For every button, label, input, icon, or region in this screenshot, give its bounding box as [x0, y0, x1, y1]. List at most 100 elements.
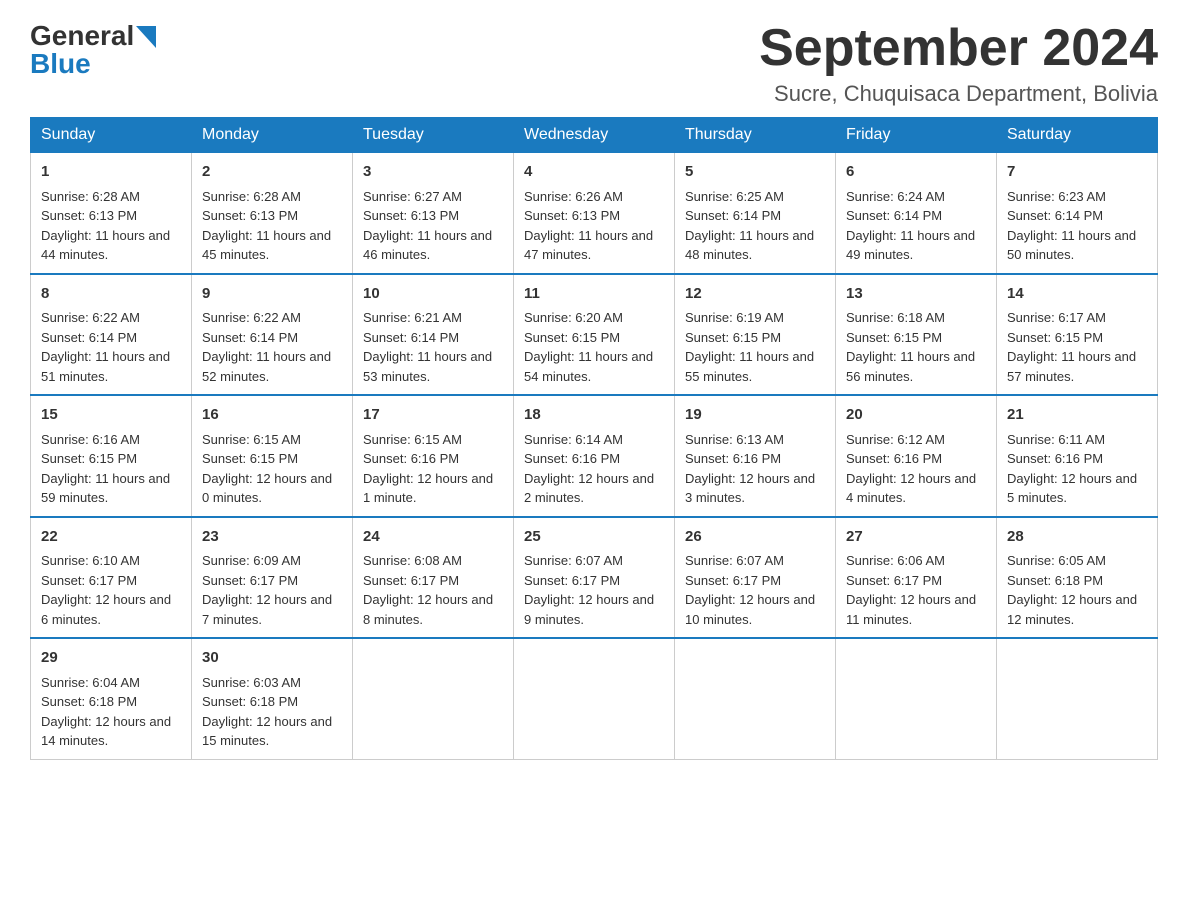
day-info: Sunrise: 6:15 AMSunset: 6:16 PMDaylight:… — [363, 430, 503, 508]
calendar-day-cell: 20 Sunrise: 6:12 AMSunset: 6:16 PMDayligh… — [836, 395, 997, 517]
header-thursday: Thursday — [675, 118, 836, 153]
header-saturday: Saturday — [997, 118, 1158, 153]
calendar-header-row: SundayMondayTuesdayWednesdayThursdayFrid… — [31, 118, 1158, 153]
calendar-day-cell: 8Sunrise: 6:22 AMSunset: 6:14 PMDaylight… — [31, 274, 192, 396]
day-info: Sunrise: 6:08 AMSunset: 6:17 PMDaylight:… — [363, 551, 503, 629]
day-number: 8 — [41, 283, 181, 306]
day-number: 9 — [202, 283, 342, 306]
day-number: 14 — [1007, 283, 1147, 306]
day-number: 7 — [1007, 161, 1147, 184]
calendar-day-cell — [514, 638, 675, 759]
day-number: 30 — [202, 647, 342, 670]
calendar-day-cell: 18 Sunrise: 6:14 AMSunset: 6:16 PMDayligh… — [514, 395, 675, 517]
day-info: Sunrise: 6:21 AMSunset: 6:14 PMDaylight:… — [363, 308, 503, 386]
header-wednesday: Wednesday — [514, 118, 675, 153]
day-number: 5 — [685, 161, 825, 184]
calendar-day-cell: 10Sunrise: 6:21 AMSunset: 6:14 PMDayligh… — [353, 274, 514, 396]
day-info: Sunrise: 6:13 AMSunset: 6:16 PMDaylight:… — [685, 430, 825, 508]
calendar-table: SundayMondayTuesdayWednesdayThursdayFrid… — [30, 117, 1158, 760]
header-sunday: Sunday — [31, 118, 192, 153]
calendar-day-cell: 24Sunrise: 6:08 AMSunset: 6:17 PMDayligh… — [353, 517, 514, 639]
day-number: 3 — [363, 161, 503, 184]
day-number: 16 — [202, 404, 342, 427]
calendar-week-row: 29Sunrise: 6:04 AMSunset: 6:18 PMDayligh… — [31, 638, 1158, 759]
calendar-day-cell: 12Sunrise: 6:19 AMSunset: 6:15 PMDayligh… — [675, 274, 836, 396]
day-number: 20 — [846, 404, 986, 427]
calendar-day-cell: 30 Sunrise: 6:03 AMSunset: 6:18 PMDayligh… — [192, 638, 353, 759]
calendar-day-cell: 4Sunrise: 6:26 AMSunset: 6:13 PMDaylight… — [514, 153, 675, 274]
day-number: 1 — [41, 161, 181, 184]
day-number: 15 — [41, 404, 181, 427]
calendar-day-cell: 23Sunrise: 6:09 AMSunset: 6:17 PMDayligh… — [192, 517, 353, 639]
day-info: Sunrise: 6:06 AMSunset: 6:17 PMDaylight:… — [846, 551, 986, 629]
day-info: Sunrise: 6:27 AMSunset: 6:13 PMDaylight:… — [363, 187, 503, 265]
day-info: Sunrise: 6:16 AMSunset: 6:15 PMDaylight:… — [41, 430, 181, 508]
calendar-day-cell: 17Sunrise: 6:15 AMSunset: 6:16 PMDayligh… — [353, 395, 514, 517]
day-number: 6 — [846, 161, 986, 184]
calendar-week-row: 1 Sunrise: 6:28 AMSunset: 6:13 PMDaylight… — [31, 153, 1158, 274]
day-info: Sunrise: 6:05 AMSunset: 6:18 PMDaylight:… — [1007, 551, 1147, 629]
day-number: 10 — [363, 283, 503, 306]
calendar-day-cell: 3 Sunrise: 6:27 AMSunset: 6:13 PMDaylight… — [353, 153, 514, 274]
calendar-day-cell: 11Sunrise: 6:20 AMSunset: 6:15 PMDayligh… — [514, 274, 675, 396]
calendar-day-cell — [675, 638, 836, 759]
page-header: General Blue September 2024 Sucre, Chuqu… — [30, 20, 1158, 107]
day-number: 18 — [524, 404, 664, 427]
day-number: 24 — [363, 526, 503, 549]
calendar-day-cell: 19Sunrise: 6:13 AMSunset: 6:16 PMDayligh… — [675, 395, 836, 517]
calendar-day-cell: 16Sunrise: 6:15 AMSunset: 6:15 PMDayligh… — [192, 395, 353, 517]
day-info: Sunrise: 6:07 AMSunset: 6:17 PMDaylight:… — [524, 551, 664, 629]
day-info: Sunrise: 6:11 AMSunset: 6:16 PMDaylight:… — [1007, 430, 1147, 508]
calendar-day-cell: 1 Sunrise: 6:28 AMSunset: 6:13 PMDaylight… — [31, 153, 192, 274]
day-number: 29 — [41, 647, 181, 670]
day-info: Sunrise: 6:18 AMSunset: 6:15 PMDaylight:… — [846, 308, 986, 386]
calendar-day-cell: 14Sunrise: 6:17 AMSunset: 6:15 PMDayligh… — [997, 274, 1158, 396]
day-info: Sunrise: 6:22 AMSunset: 6:14 PMDaylight:… — [41, 308, 181, 386]
calendar-day-cell: 7 Sunrise: 6:23 AMSunset: 6:14 PMDaylight… — [997, 153, 1158, 274]
header-monday: Monday — [192, 118, 353, 153]
day-number: 27 — [846, 526, 986, 549]
calendar-day-cell: 5 Sunrise: 6:25 AMSunset: 6:14 PMDaylight… — [675, 153, 836, 274]
day-number: 26 — [685, 526, 825, 549]
calendar-week-row: 22Sunrise: 6:10 AMSunset: 6:17 PMDayligh… — [31, 517, 1158, 639]
calendar-day-cell: 6 Sunrise: 6:24 AMSunset: 6:14 PMDaylight… — [836, 153, 997, 274]
calendar-day-cell: 28Sunrise: 6:05 AMSunset: 6:18 PMDayligh… — [997, 517, 1158, 639]
calendar-day-cell — [836, 638, 997, 759]
day-number: 28 — [1007, 526, 1147, 549]
month-year-title: September 2024 — [759, 20, 1158, 77]
day-info: Sunrise: 6:24 AMSunset: 6:14 PMDaylight:… — [846, 187, 986, 265]
day-info: Sunrise: 6:25 AMSunset: 6:14 PMDaylight:… — [685, 187, 825, 265]
calendar-week-row: 8Sunrise: 6:22 AMSunset: 6:14 PMDaylight… — [31, 274, 1158, 396]
logo-blue: Blue — [30, 48, 91, 80]
day-info: Sunrise: 6:14 AMSunset: 6:16 PMDaylight:… — [524, 430, 664, 508]
calendar-day-cell — [997, 638, 1158, 759]
calendar-day-cell: 29Sunrise: 6:04 AMSunset: 6:18 PMDayligh… — [31, 638, 192, 759]
day-info: Sunrise: 6:26 AMSunset: 6:13 PMDaylight:… — [524, 187, 664, 265]
calendar-day-cell: 21 Sunrise: 6:11 AMSunset: 6:16 PMDayligh… — [997, 395, 1158, 517]
calendar-day-cell: 25Sunrise: 6:07 AMSunset: 6:17 PMDayligh… — [514, 517, 675, 639]
calendar-day-cell — [353, 638, 514, 759]
day-info: Sunrise: 6:28 AMSunset: 6:13 PMDaylight:… — [202, 187, 342, 265]
day-info: Sunrise: 6:28 AMSunset: 6:13 PMDaylight:… — [41, 187, 181, 265]
calendar-day-cell: 22Sunrise: 6:10 AMSunset: 6:17 PMDayligh… — [31, 517, 192, 639]
day-info: Sunrise: 6:22 AMSunset: 6:14 PMDaylight:… — [202, 308, 342, 386]
day-info: Sunrise: 6:20 AMSunset: 6:15 PMDaylight:… — [524, 308, 664, 386]
title-area: September 2024 Sucre, Chuquisaca Departm… — [759, 20, 1158, 107]
day-info: Sunrise: 6:12 AMSunset: 6:16 PMDaylight:… — [846, 430, 986, 508]
day-number: 23 — [202, 526, 342, 549]
location-subtitle: Sucre, Chuquisaca Department, Bolivia — [759, 81, 1158, 107]
calendar-day-cell: 15 Sunrise: 6:16 AMSunset: 6:15 PMDayligh… — [31, 395, 192, 517]
calendar-day-cell: 13Sunrise: 6:18 AMSunset: 6:15 PMDayligh… — [836, 274, 997, 396]
calendar-day-cell: 27Sunrise: 6:06 AMSunset: 6:17 PMDayligh… — [836, 517, 997, 639]
day-number: 21 — [1007, 404, 1147, 427]
header-tuesday: Tuesday — [353, 118, 514, 153]
day-number: 13 — [846, 283, 986, 306]
day-number: 22 — [41, 526, 181, 549]
day-number: 25 — [524, 526, 664, 549]
day-info: Sunrise: 6:23 AMSunset: 6:14 PMDaylight:… — [1007, 187, 1147, 265]
calendar-day-cell: 2 Sunrise: 6:28 AMSunset: 6:13 PMDaylight… — [192, 153, 353, 274]
day-number: 2 — [202, 161, 342, 184]
day-info: Sunrise: 6:07 AMSunset: 6:17 PMDaylight:… — [685, 551, 825, 629]
day-info: Sunrise: 6:10 AMSunset: 6:17 PMDaylight:… — [41, 551, 181, 629]
day-info: Sunrise: 6:03 AMSunset: 6:18 PMDaylight:… — [202, 673, 342, 751]
